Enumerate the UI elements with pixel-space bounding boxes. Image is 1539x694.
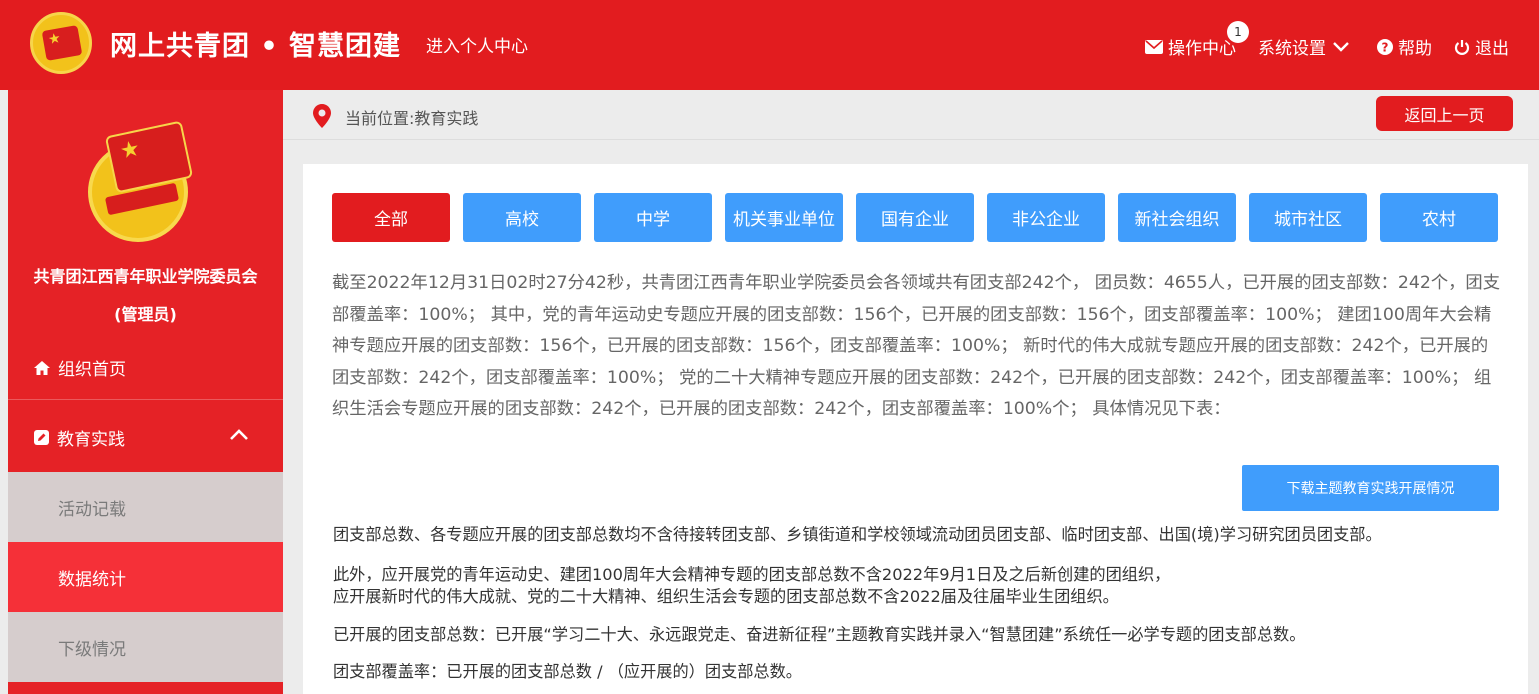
top-header: ★ 网上共青团 • 智慧团建 进入个人中心 操作中心 1 系统设置 ? 帮助 退… [0,0,1539,90]
org-role: (管理员) [114,305,177,324]
breadcrumb-bar: 当前位置:教育实践 返回上一页 [283,90,1539,140]
ops-center-label: 操作中心 [1168,39,1236,59]
notification-badge: 1 [1227,21,1249,43]
top-nav: 操作中心 1 系统设置 ? 帮助 退出 [1123,21,1509,59]
league-emblem-icon: ★ [88,120,200,242]
content-panel: 全部 高校 中学 机关事业单位 国有企业 非公企业 新社会组织 城市社区 农村 … [303,164,1528,694]
edit-icon [34,429,49,445]
settings-label: 系统设置 [1258,39,1326,59]
settings-menu[interactable]: 系统设置 [1258,34,1355,59]
sidebar-item-label: 组织首页 [58,360,126,380]
tab-private-enterprise[interactable]: 非公企业 [987,193,1105,242]
breadcrumb: 当前位置:教育实践 [345,109,479,128]
sidebar-item-home[interactable]: 组织首页 [8,336,283,400]
sidebar-subitem-activity-log[interactable]: 活动记载 [8,472,283,542]
note-coverage-rate: 团支部覆盖率：已开展的团支部总数 / （应开展的）团支部总数。 [333,662,802,681]
power-icon [1454,39,1470,55]
chevron-down-icon [1333,41,1349,52]
tab-state-enterprise[interactable]: 国有企业 [856,193,974,242]
sidebar-subitem-subordinates[interactable]: 下级情况 [8,612,283,682]
help-link[interactable]: ? 帮助 [1377,34,1432,59]
tab-rural[interactable]: 农村 [1380,193,1498,242]
note-exclusions-line2: 应开展新时代的伟大成就、党的二十大精神、组织生活会专题的团支部总数不含2022届… [333,587,1119,606]
note-carried-out: 已开展的团支部总数：已开展“学习二十大、永远跟党走、奋进新征程”主题教育实践并录… [333,625,1306,644]
logout-link[interactable]: 退出 [1454,34,1509,59]
tab-urban-community[interactable]: 城市社区 [1249,193,1367,242]
logout-label: 退出 [1475,39,1509,59]
ops-center-link[interactable]: 操作中心 1 [1145,21,1249,59]
tab-new-social-org[interactable]: 新社会组织 [1118,193,1236,242]
tab-middle-school[interactable]: 中学 [594,193,712,242]
sidebar: ★ 共青团江西青年职业学院委员会 (管理员) 组织首页 教育实践 活动记载 数据… [8,90,283,694]
location-pin-icon [313,104,331,128]
app-title: 网上共青团 • 智慧团建 [110,31,402,62]
sidebar-item-education[interactable]: 教育实践 [8,402,283,472]
org-name-line1: 共青团江西青年职业学院委员会 [33,267,258,286]
back-button[interactable]: 返回上一页 [1376,96,1513,131]
chevron-up-icon[interactable] [229,428,249,441]
league-logo-icon: ★ [30,12,92,74]
sidebar-subitem-statistics[interactable]: 数据统计 [8,542,283,612]
envelope-icon [1145,39,1163,54]
question-circle-icon: ? [1377,38,1393,55]
note-branch-total: 团支部总数、各专题应开展的团支部总数均不含待接转团支部、乡镇街道和学校领域流动团… [333,525,1382,544]
help-label: 帮助 [1398,39,1432,59]
category-tabs: 全部 高校 中学 机关事业单位 国有企业 非公企业 新社会组织 城市社区 农村 [332,193,1511,242]
sidebar-footer [8,684,283,694]
home-icon [34,360,50,375]
tab-all[interactable]: 全部 [332,193,450,242]
summary-text: 截至2022年12月31日02时27分42秒，共青团江西青年职业学院委员会各领域… [332,273,1500,419]
personal-center-link[interactable]: 进入个人中心 [426,32,528,57]
svg-text:?: ? [1382,40,1389,54]
note-exclusions-line1: 此外，应开展党的青年运动史、建团100周年大会精神专题的团支部总数不含2022年… [333,565,1171,584]
download-report-button[interactable]: 下载主题教育实践开展情况 [1242,465,1499,511]
tab-university[interactable]: 高校 [463,193,581,242]
org-name: 共青团江西青年职业学院委员会 (管理员) [8,258,283,334]
sidebar-item-label: 教育实践 [57,429,125,450]
note-exclusions: 此外，应开展党的青年运动史、建团100周年大会精神专题的团支部总数不含2022年… [333,564,1513,608]
tab-government[interactable]: 机关事业单位 [725,193,843,242]
